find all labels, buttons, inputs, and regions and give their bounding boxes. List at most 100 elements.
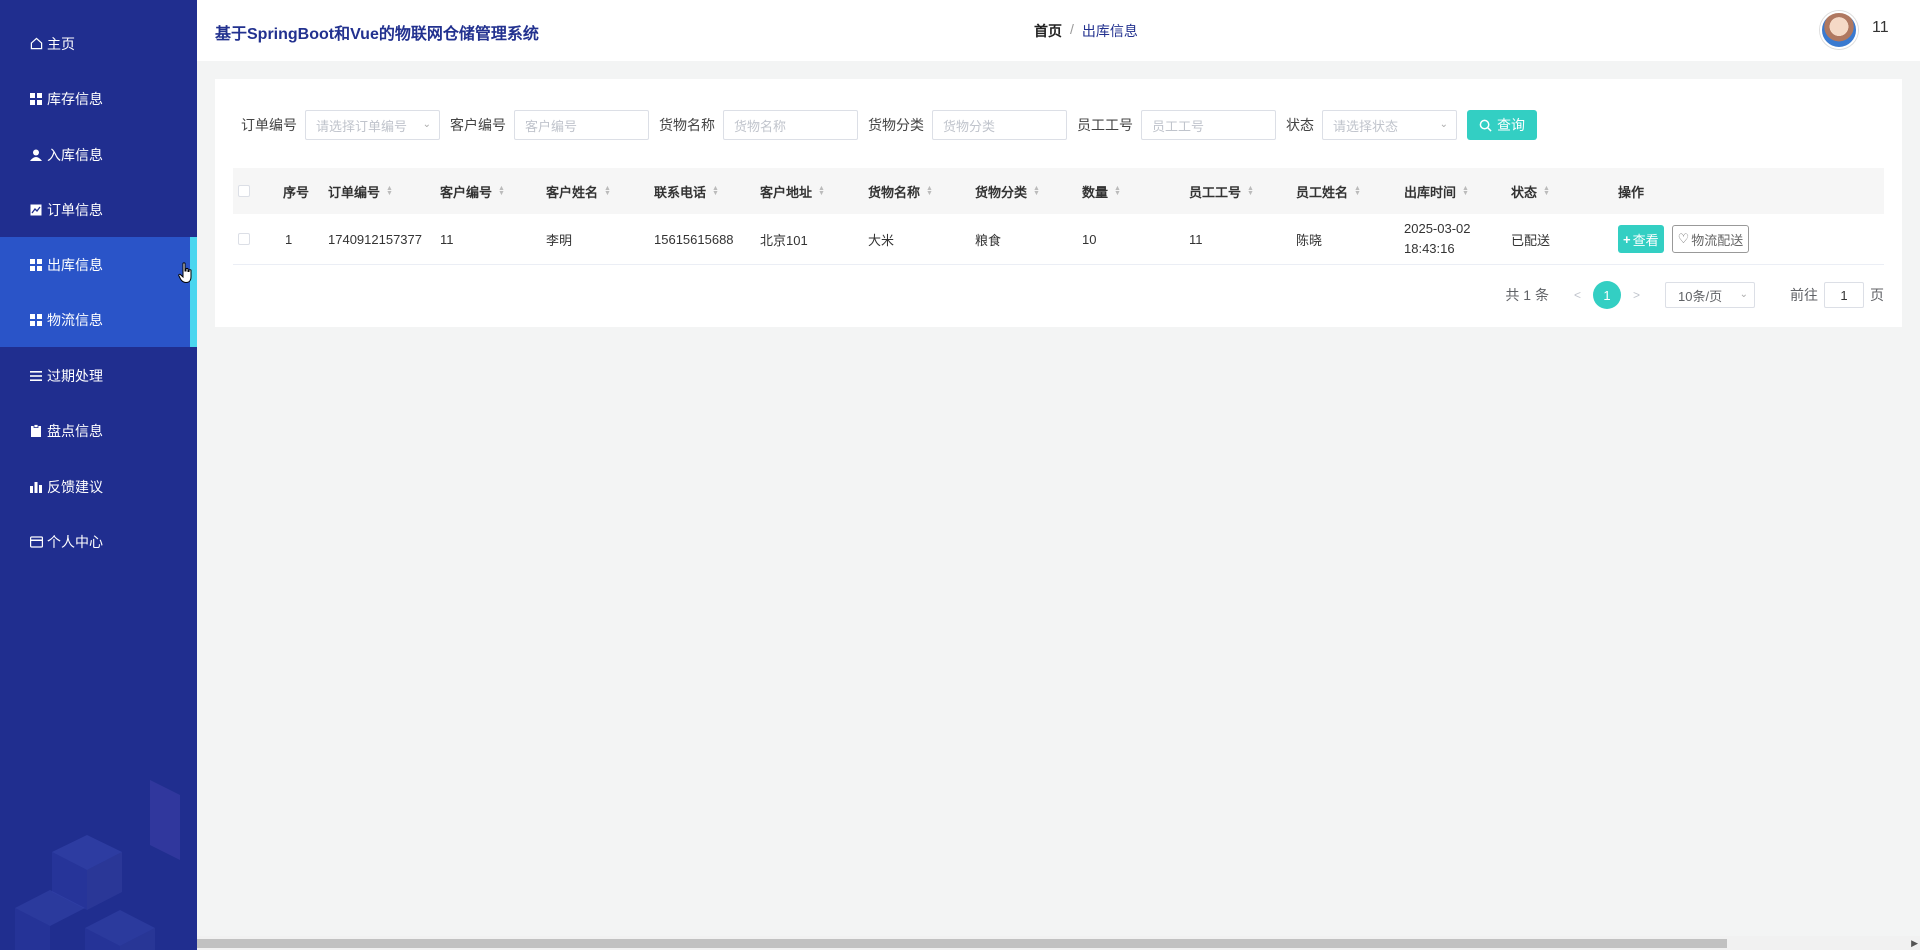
cell-out-time-wrap: 2025-03-02 18:43:16 — [1404, 214, 1509, 264]
user-icon — [29, 148, 43, 162]
grid-icon — [29, 313, 43, 327]
sidebar-item-expired[interactable]: 过期处理 — [0, 348, 197, 403]
column-header[interactable]: 客户编号 ▲ ▼ — [440, 168, 505, 214]
goods-name-input[interactable]: 货物名称 — [723, 110, 858, 140]
cell-phone: 15615615688 — [654, 231, 734, 247]
goods-name-placeholder: 货物名称 — [734, 118, 787, 134]
logistics-button-label: 物流配送 — [1691, 232, 1744, 248]
search-icon — [1479, 119, 1492, 132]
goods-category-placeholder: 货物分类 — [943, 118, 996, 134]
column-header: 序号 — [283, 184, 310, 200]
view-button[interactable]: + 查看 — [1618, 225, 1664, 253]
list-icon — [29, 369, 43, 383]
column-header[interactable]: 状态 ▲ ▼ — [1511, 168, 1550, 214]
customer-no-input[interactable]: 客户编号 — [514, 110, 649, 140]
page-size-select[interactable]: 10条/页 ⌄ — [1665, 282, 1755, 308]
column-header[interactable]: 数量 ▲ ▼ — [1082, 168, 1121, 214]
breadcrumb-home[interactable]: 首页 — [1034, 21, 1062, 41]
goto-suffix: 页 — [1870, 287, 1884, 303]
cell-staff-name: 陈晓 — [1296, 232, 1323, 248]
sidebar-item-logistics[interactable]: 物流信息 — [0, 292, 197, 347]
sort-icon[interactable]: ▲ ▼ — [498, 185, 505, 197]
sidebar-item-label: 主页 — [47, 35, 75, 52]
column-header[interactable]: 货物名称 ▲ ▼ — [868, 168, 933, 214]
goto-page-input[interactable]: 1 — [1824, 282, 1864, 308]
username[interactable]: 11 — [1872, 19, 1889, 37]
sidebar-item-label: 个人中心 — [47, 533, 103, 550]
sidebar-item-profile[interactable]: 个人中心 — [0, 514, 197, 569]
row-checkbox[interactable] — [238, 214, 250, 264]
grid-icon — [29, 258, 43, 272]
sort-icon[interactable]: ▲ ▼ — [1462, 185, 1469, 197]
status-select[interactable]: 请选择状态 ⌄ — [1322, 110, 1457, 140]
staff-no-placeholder: 员工工号 — [1152, 118, 1205, 134]
cell-status: 已配送 — [1511, 232, 1551, 248]
sort-icon[interactable]: ▲ ▼ — [1114, 185, 1121, 197]
sort-icon[interactable]: ▲ ▼ — [1354, 185, 1361, 197]
goods-category-input[interactable]: 货物分类 — [932, 110, 1067, 140]
cell-goods-category: 粮食 — [975, 232, 1002, 248]
logistics-button[interactable]: ♡ 物流配送 — [1671, 225, 1750, 253]
sidebar-item-home[interactable]: 主页 — [0, 16, 197, 71]
active-indicator — [190, 237, 197, 347]
sort-icon[interactable]: ▲ ▼ — [386, 185, 393, 197]
column-header: 操作 — [1618, 184, 1645, 200]
search-button[interactable]: 查询 — [1467, 110, 1537, 140]
view-button-label: 查看 — [1632, 232, 1659, 248]
column-header[interactable]: 货物分类 ▲ ▼ — [975, 168, 1040, 214]
sidebar-item-label: 盘点信息 — [47, 422, 103, 439]
staff-no-input[interactable]: 员工工号 — [1141, 110, 1276, 140]
sidebar-item-stocktake[interactable]: 盘点信息 — [0, 403, 197, 458]
heart-icon: ♡ — [1677, 231, 1690, 246]
order-no-select[interactable]: 请选择订单编号 ⌄ — [305, 110, 440, 140]
column-header[interactable]: 客户地址 ▲ ▼ — [760, 168, 825, 214]
cell-out-time: 2025-03-02 18:43:16 — [1404, 221, 1471, 256]
sidebar-item-outbound[interactable]: 出库信息 — [0, 237, 197, 292]
app-title: 基于SpringBoot和Vue的物联网仓储管理系统 — [215, 26, 539, 43]
sort-icon[interactable]: ▲ ▼ — [604, 185, 611, 197]
select-all-checkbox[interactable] — [238, 168, 250, 214]
cell-address: 北京101 — [760, 232, 808, 248]
goods-category-label: 货物分类 — [868, 117, 924, 133]
scrollbar-thumb[interactable] — [197, 939, 1727, 948]
sort-icon[interactable]: ▲ ▼ — [818, 185, 825, 197]
card-icon — [29, 535, 43, 549]
sidebar-item-feedback[interactable]: 反馈建议 — [0, 459, 197, 514]
sort-icon[interactable]: ▲ ▼ — [926, 185, 933, 197]
chevron-down-icon: ⌄ — [1739, 289, 1748, 300]
sidebar-item-inventory[interactable]: 库存信息 — [0, 71, 197, 126]
page-number-1[interactable]: 1 — [1592, 281, 1621, 309]
horizontal-scrollbar[interactable]: ▶ — [197, 936, 1920, 950]
sidebar-item-label: 物流信息 — [47, 311, 103, 328]
sort-icon[interactable]: ▲ ▼ — [1543, 185, 1550, 197]
prev-page-button[interactable]: < — [1574, 288, 1581, 302]
pagination-total: 共 1 条 — [1505, 287, 1549, 303]
column-header[interactable]: 联系电话 ▲ ▼ — [654, 168, 719, 214]
scroll-right-arrow-icon[interactable]: ▶ — [1911, 938, 1918, 949]
sort-icon[interactable]: ▲ ▼ — [712, 185, 719, 197]
column-header[interactable]: 员工姓名 ▲ ▼ — [1296, 168, 1361, 214]
sort-icon[interactable]: ▲ ▼ — [1033, 185, 1040, 197]
outbound-table: 序号 订单编号 ▲ ▼ 客户编号 ▲ ▼ 客户姓名 ▲ ▼ 联系电话 ▲ ▼ 客户地址 ▲ ▼ 货物… — [233, 168, 1884, 265]
page-size-value: 10条/页 — [1678, 288, 1723, 304]
column-header[interactable]: 员工工号 ▲ ▼ — [1189, 168, 1254, 214]
cell-index: 1 — [285, 231, 293, 247]
sidebar-item-label: 出库信息 — [47, 256, 103, 273]
cell-staff-no: 11 — [1189, 231, 1203, 247]
next-page-button[interactable]: > — [1633, 288, 1640, 302]
search-button-label: 查询 — [1497, 117, 1525, 133]
staff-no-label: 员工工号 — [1077, 117, 1133, 133]
avatar[interactable] — [1820, 11, 1858, 49]
column-header[interactable]: 订单编号 ▲ ▼ — [328, 168, 393, 214]
breadcrumb-separator: / — [1070, 21, 1074, 37]
column-header[interactable]: 出库时间 ▲ ▼ — [1404, 168, 1469, 214]
sort-icon[interactable]: ▲ ▼ — [1247, 185, 1254, 197]
sidebar-item-inbound[interactable]: 入库信息 — [0, 127, 197, 182]
sidebar-item-label: 过期处理 — [47, 367, 103, 384]
goods-name-label: 货物名称 — [659, 117, 715, 133]
sidebar-item-label: 库存信息 — [47, 90, 103, 107]
sidebar-item-orders[interactable]: 订单信息 — [0, 182, 197, 237]
cell-customer-no: 11 — [440, 231, 454, 247]
goto-prefix: 前往 — [1790, 287, 1818, 303]
column-header[interactable]: 客户姓名 ▲ ▼ — [546, 168, 611, 214]
